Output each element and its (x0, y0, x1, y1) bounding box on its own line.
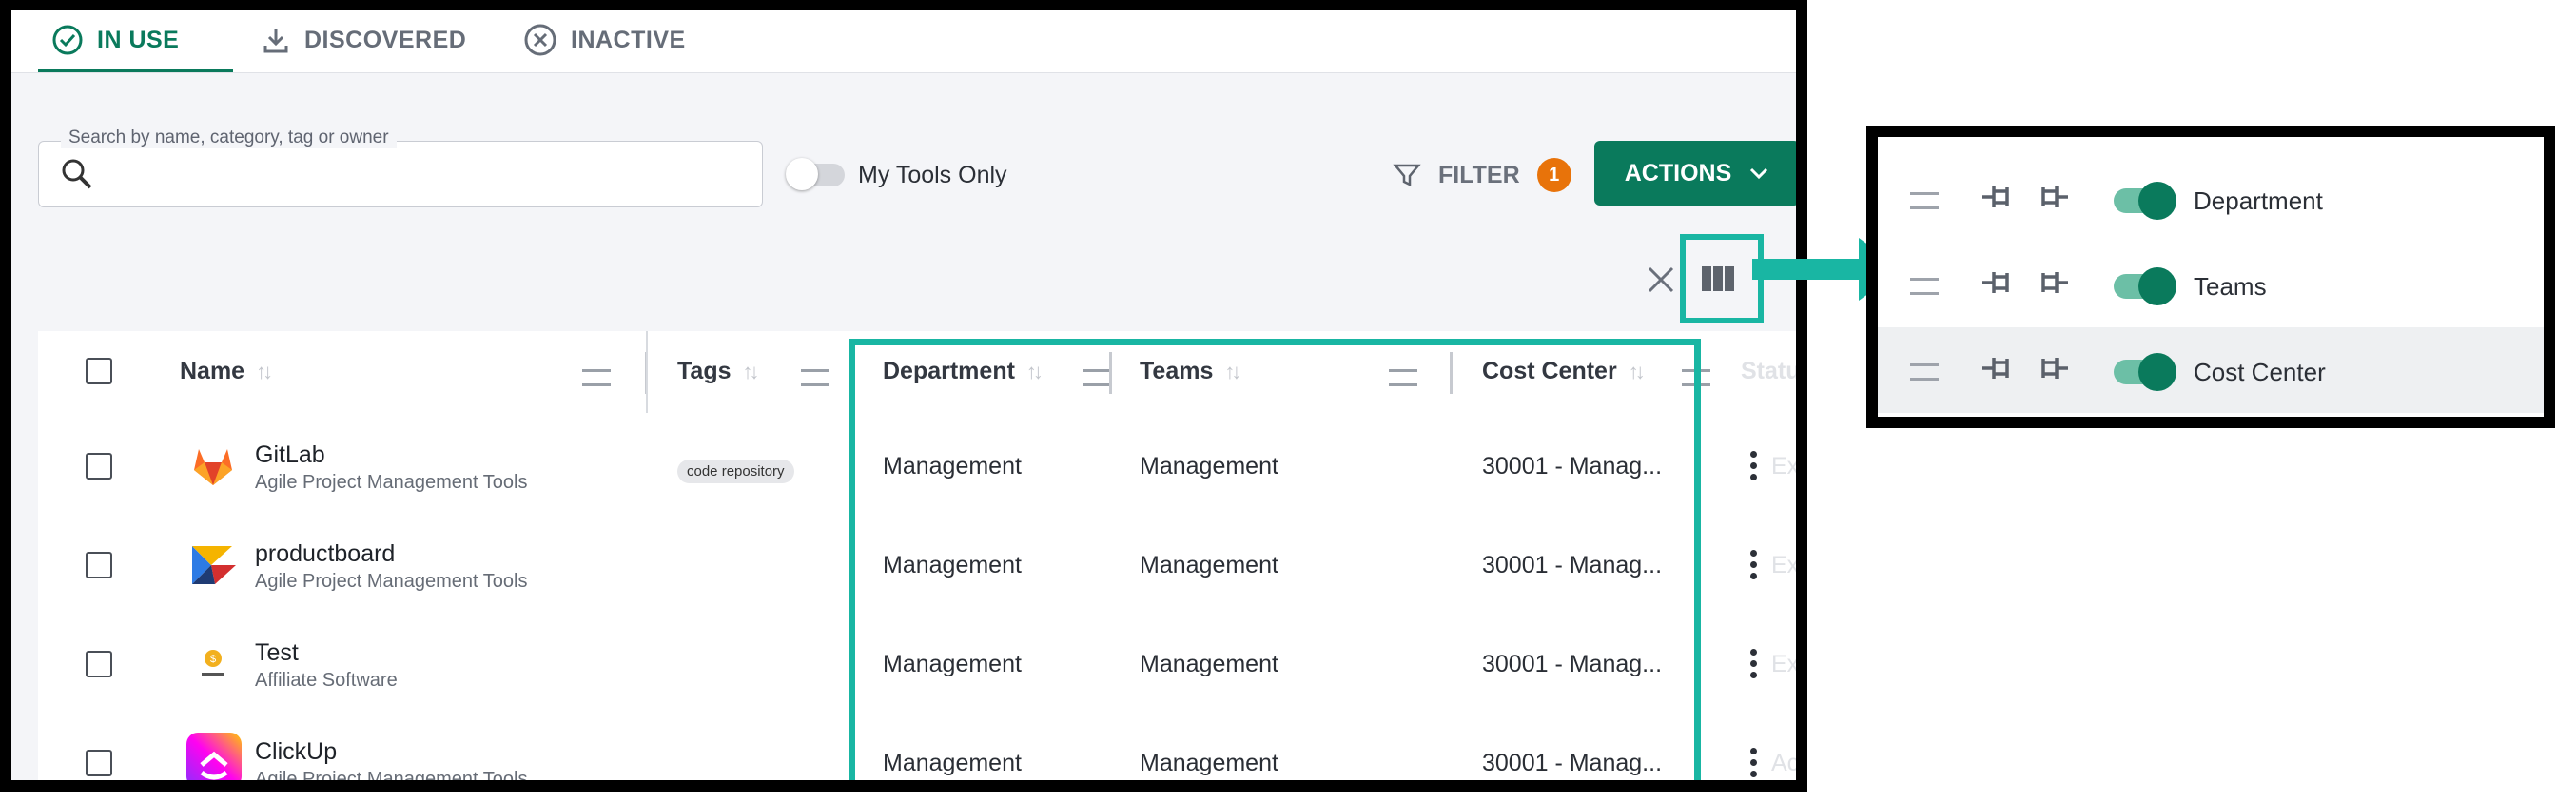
column-setting-label: Teams (2194, 272, 2267, 301)
filter-count-badge: 1 (1536, 158, 1571, 192)
column-header-name[interactable]: Name ↑↓ (180, 358, 273, 385)
column-menu-icon[interactable] (582, 369, 611, 386)
filter-button[interactable]: FILTER 1 (1393, 158, 1571, 192)
tool-category: Agile Project Management Tools (255, 571, 528, 592)
pin-left-icon[interactable] (1981, 183, 2019, 211)
actions-button[interactable]: ACTIONS (1594, 141, 1796, 206)
column-header-status[interactable]: Statu (1741, 358, 1796, 385)
tab-label: DISCOVERED (304, 26, 467, 53)
columns-highlight-box (849, 339, 1701, 780)
tool-name[interactable]: productboard (255, 540, 395, 568)
pin-right-icon[interactable] (2032, 354, 2070, 382)
svg-text:$: $ (210, 654, 216, 665)
search-icon (62, 159, 92, 189)
column-setting-label: Cost Center (2194, 358, 2326, 386)
column-header-label: Name (180, 358, 245, 384)
pin-left-icon[interactable] (1981, 268, 2019, 297)
tab-label: INACTIVE (571, 26, 686, 53)
tab-in-use[interactable]: IN USE (51, 21, 179, 59)
row-menu-icon[interactable] (1750, 748, 1758, 780)
status-cell: Ac (1771, 750, 1800, 776)
tab-label: IN USE (97, 26, 180, 53)
callout-arrow (1752, 259, 1874, 280)
tool-category: Agile Project Management Tools (255, 769, 528, 790)
sort-icon[interactable]: ↑↓ (256, 360, 273, 384)
tag-chip[interactable]: code repository (677, 460, 794, 483)
sort-icon[interactable]: ↑↓ (743, 360, 760, 384)
tool-category: Affiliate Software (255, 670, 398, 691)
productboard-logo-icon (192, 546, 236, 584)
tool-name[interactable]: GitLab (255, 441, 325, 469)
column-header-label: Tags (677, 358, 732, 384)
select-all-checkbox[interactable] (86, 358, 112, 384)
toggle-knob[interactable] (2138, 353, 2176, 391)
my-tools-toggle-knob[interactable] (786, 158, 818, 190)
row-menu-icon[interactable] (1750, 649, 1758, 683)
row-checkbox[interactable] (86, 750, 112, 776)
active-tab-indicator (38, 69, 233, 72)
row-menu-icon[interactable] (1750, 451, 1758, 485)
search-input[interactable] (38, 141, 763, 207)
row-menu-icon[interactable] (1750, 550, 1758, 584)
check-circle-icon (52, 25, 83, 55)
drag-handle-icon[interactable] (1910, 363, 1939, 381)
chevron-down-icon (1750, 167, 1768, 180)
test-app-logo-icon: $ (202, 650, 224, 676)
x-circle-icon (524, 24, 556, 56)
drag-handle-icon[interactable] (1910, 278, 1939, 295)
download-icon (263, 29, 288, 53)
column-menu-icon[interactable] (801, 369, 829, 386)
tool-category: Agile Project Management Tools (255, 472, 528, 493)
pin-left-icon[interactable] (1981, 354, 2019, 382)
tab-inactive[interactable]: INACTIVE (523, 21, 686, 59)
tool-name[interactable]: ClickUp (255, 738, 337, 766)
status-cell: Exp (1771, 552, 1800, 578)
actions-label: ACTIONS (1624, 159, 1732, 186)
columns-icon[interactable] (1701, 264, 1735, 293)
filter-label: FILTER (1438, 161, 1520, 188)
column-setting-label: Department (2194, 186, 2323, 215)
pin-right-icon[interactable] (2032, 268, 2070, 297)
my-tools-label: My Tools Only (858, 162, 1007, 188)
toggle-knob[interactable] (2138, 182, 2176, 220)
column-header-tags[interactable]: Tags ↑↓ (677, 358, 760, 385)
filter-icon (1393, 164, 1421, 187)
main-screenshot: IN USE DISCOVERED INACTIVE Search by nam… (0, 0, 1807, 792)
search-label: Search by name, category, tag or owner (61, 127, 397, 148)
pin-right-icon[interactable] (2032, 183, 2070, 211)
gitlab-logo-icon (194, 449, 232, 485)
drag-handle-icon[interactable] (1910, 192, 1939, 209)
toggle-knob[interactable] (2138, 267, 2176, 305)
row-checkbox[interactable] (86, 453, 112, 480)
row-checkbox[interactable] (86, 651, 112, 677)
row-checkbox[interactable] (86, 552, 112, 578)
status-cell: Exp (1771, 453, 1800, 480)
close-icon[interactable] (1642, 261, 1680, 299)
tab-discovered[interactable]: DISCOVERED (261, 21, 466, 59)
tool-name[interactable]: Test (255, 639, 299, 667)
clickup-logo-icon (186, 733, 242, 780)
status-cell: Exp (1771, 651, 1800, 677)
